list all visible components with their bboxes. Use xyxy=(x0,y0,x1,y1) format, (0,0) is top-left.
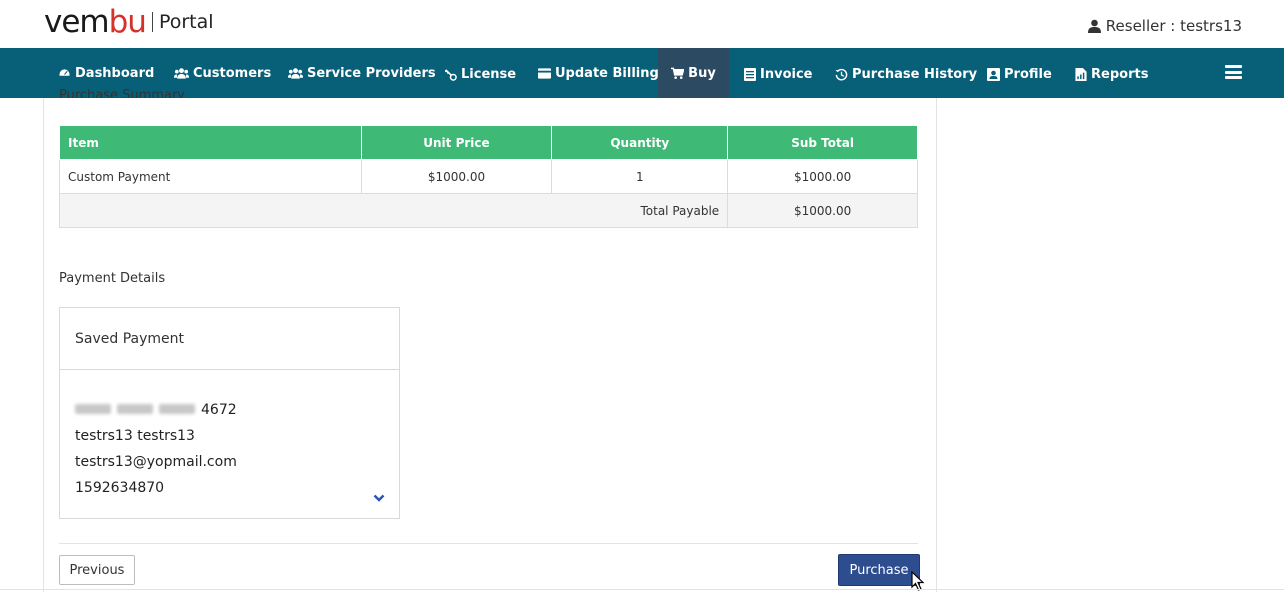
hamburger-menu-icon[interactable] xyxy=(1225,65,1242,79)
purchase-button[interactable]: Purchase xyxy=(838,554,920,586)
header-item: Item xyxy=(59,125,362,160)
saved-payment-card[interactable]: Saved Payment 4672 testrs13 testrs13 tes… xyxy=(59,307,400,519)
cardholder-phone: 1592634870 xyxy=(75,480,165,496)
saved-payment-title: Saved Payment xyxy=(60,308,399,370)
purchase-summary-table: Item Unit Price Quantity Sub Total Custo… xyxy=(58,125,918,228)
logo-wordmark: vembu xyxy=(44,4,147,40)
user-icon xyxy=(1087,19,1101,33)
purchase-summary-title: Purchase Summary xyxy=(59,88,185,98)
user-label: Reseller : testrs13 xyxy=(1105,17,1242,35)
total-payable-label: Total Payable xyxy=(58,193,729,228)
nav-purchase-history[interactable]: Purchase History xyxy=(835,49,977,99)
chevron-down-icon[interactable] xyxy=(373,494,385,502)
nav-service-providers[interactable]: Service Providers xyxy=(288,48,436,98)
cell-item: Custom Payment xyxy=(59,159,362,194)
report-icon xyxy=(1075,67,1087,81)
cardholder-name: testrs13 testrs13 xyxy=(75,428,195,444)
cardholder-email: testrs13@yopmail.com xyxy=(75,454,237,470)
divider xyxy=(59,543,918,544)
total-row: Total Payable $1000.00 xyxy=(58,193,918,228)
cell-unit-price: $1000.00 xyxy=(360,159,553,194)
nav-invoice[interactable]: Invoice xyxy=(744,49,812,99)
cart-icon xyxy=(671,67,685,79)
main-nav: Dashboard Customers Service Providers Li… xyxy=(0,48,1284,98)
history-icon xyxy=(835,68,848,80)
nav-buy[interactable]: Buy xyxy=(658,48,729,98)
user-menu[interactable]: Reseller : testrs13 xyxy=(1087,17,1242,35)
logo-separator xyxy=(151,12,153,32)
dashboard-icon xyxy=(58,67,71,77)
logo-portal-text: Portal xyxy=(158,11,214,33)
header-sub-total: Sub Total xyxy=(727,125,918,160)
top-header: vembu Portal Reseller : testrs13 xyxy=(0,0,1284,48)
previous-button[interactable]: Previous xyxy=(59,555,135,585)
nav-profile[interactable]: Profile xyxy=(987,49,1052,99)
mouse-cursor-icon xyxy=(911,571,925,591)
payment-details-label: Payment Details xyxy=(59,271,166,286)
table-row: Custom Payment $1000.00 1 $1000.00 xyxy=(59,159,918,194)
cell-quantity: 1 xyxy=(551,159,729,194)
nav-reports[interactable]: Reports xyxy=(1075,49,1148,99)
key-icon xyxy=(445,68,457,81)
nav-license[interactable]: License xyxy=(444,49,516,99)
bottom-divider xyxy=(0,589,1284,590)
nav-customers[interactable]: Customers xyxy=(174,48,271,98)
nav-update-billing[interactable]: Update Billing xyxy=(538,48,659,98)
users-icon xyxy=(174,67,189,79)
table-header-row: Item Unit Price Quantity Sub Total xyxy=(59,125,918,160)
header-quantity: Quantity xyxy=(551,125,729,160)
masked-card-digits xyxy=(75,397,201,423)
cell-sub-total: $1000.00 xyxy=(727,159,918,194)
vembu-logo[interactable]: vembu Portal xyxy=(44,4,214,40)
header-unit-price: Unit Price xyxy=(360,125,553,160)
saved-payment-details: 4672 testrs13 testrs13 testrs13@yopmail.… xyxy=(60,370,399,501)
credit-card-icon xyxy=(538,67,551,79)
users-icon xyxy=(288,67,303,79)
total-payable-value: $1000.00 xyxy=(727,193,918,228)
invoice-icon xyxy=(744,67,756,81)
card-number: 4672 xyxy=(75,397,384,423)
profile-card-icon xyxy=(987,67,1000,81)
